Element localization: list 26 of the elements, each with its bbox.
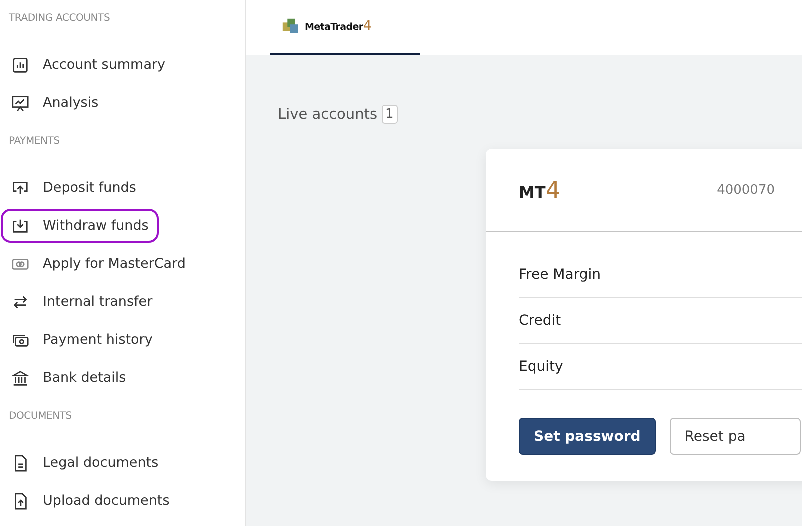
section-title: Live accounts xyxy=(278,106,378,122)
bar-chart-icon xyxy=(11,56,30,74)
set-password-button[interactable]: Set password xyxy=(519,418,656,455)
sidebar-item[interactable]: Analysis xyxy=(1,84,109,122)
platform-label: MT4 xyxy=(519,176,561,204)
sidebar-item[interactable]: Internal transfer xyxy=(1,283,163,321)
sidebar-item[interactable]: Apply for MasterCard xyxy=(1,245,196,283)
chart-board-icon xyxy=(11,94,30,112)
sidebar-item[interactable]: Legal documents xyxy=(1,444,169,482)
field-label: Credit xyxy=(519,312,562,328)
section-heading: PAYMENTS xyxy=(9,136,61,149)
sidebar-item[interactable]: Upload documents xyxy=(1,482,180,520)
sidebar-item[interactable]: Payment history xyxy=(1,321,163,359)
field-label: Free Margin xyxy=(519,266,601,282)
section-heading: TRADING ACCOUNTS xyxy=(9,13,112,26)
bank-icon xyxy=(11,368,30,388)
count-badge: 1 xyxy=(382,105,398,124)
reset-password-button[interactable]: Reset pa xyxy=(670,418,801,455)
section-heading: DOCUMENTS xyxy=(9,411,73,424)
sidebar-item[interactable]: Account summary xyxy=(1,46,176,84)
account-number: 4000070 xyxy=(717,182,775,198)
sidebar-item[interactable]: Withdraw funds xyxy=(1,209,159,243)
field-label: Equity xyxy=(519,358,564,374)
sidebar-item[interactable]: Deposit funds xyxy=(1,169,146,207)
sidebar-item[interactable]: Bank details xyxy=(1,359,136,397)
cubes-icon xyxy=(281,17,300,36)
